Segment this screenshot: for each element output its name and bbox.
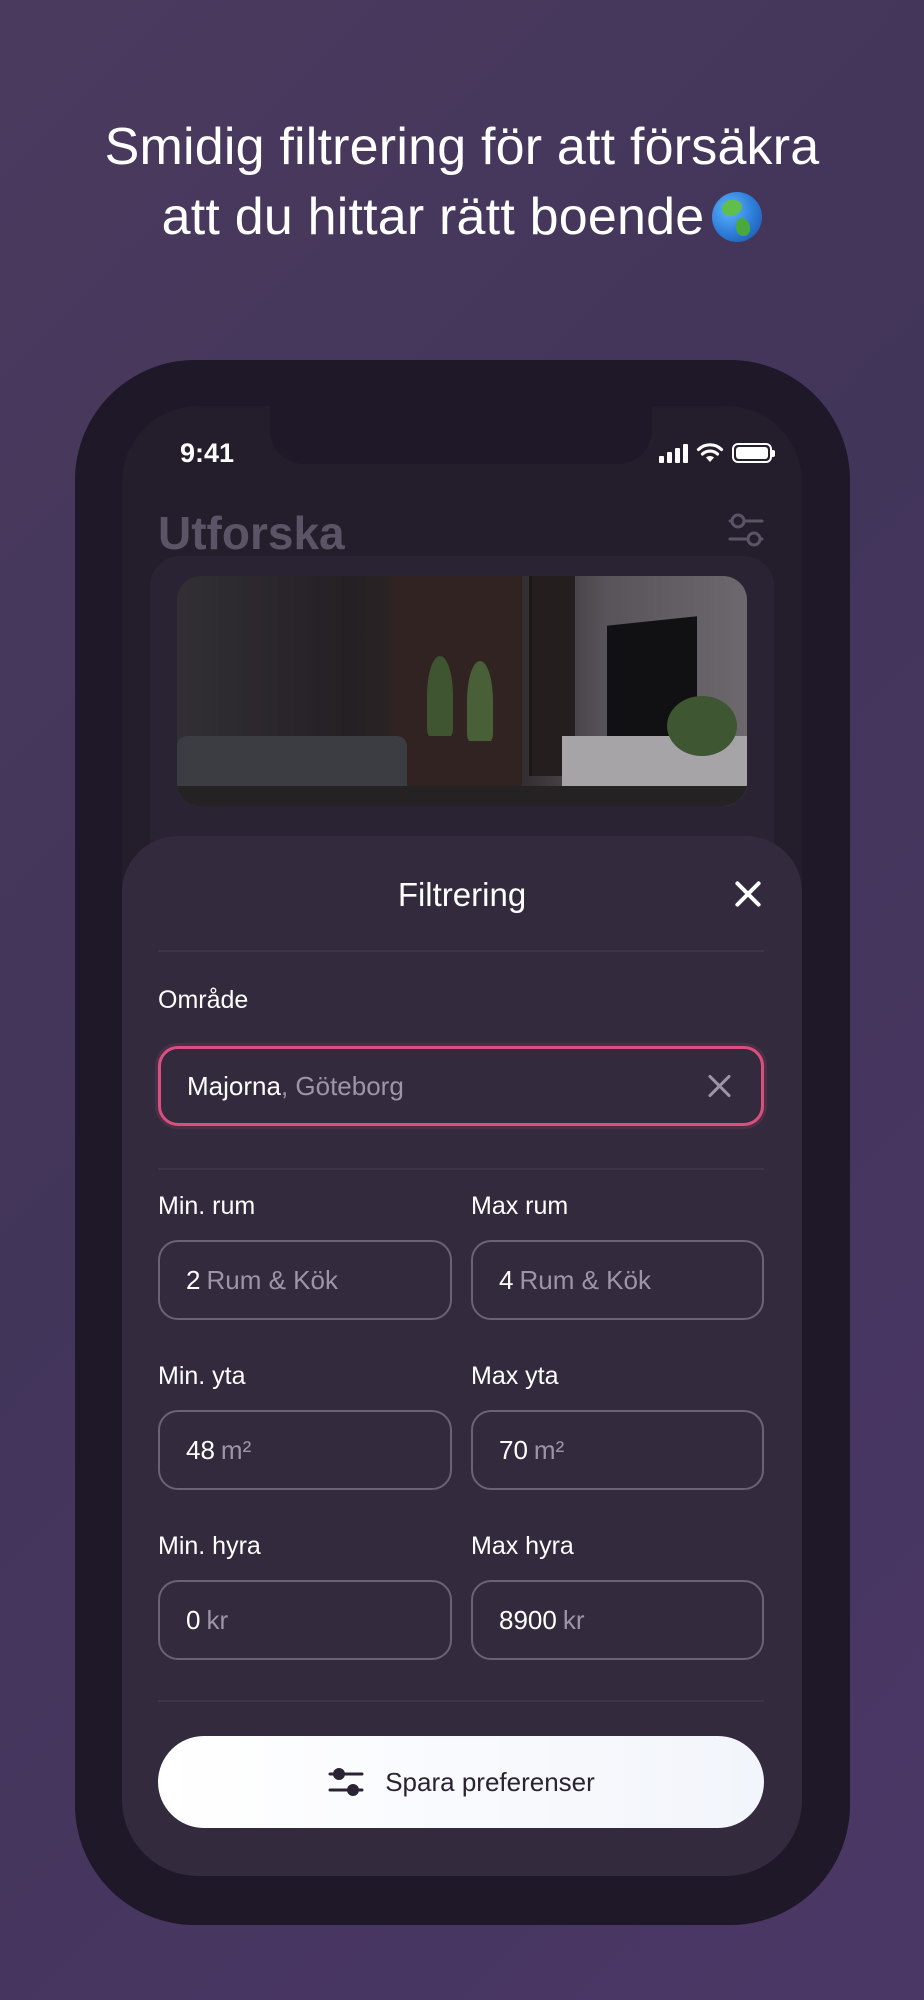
min-rent-unit: kr [206, 1604, 229, 1635]
divider [158, 1168, 764, 1170]
area-value: Majorna [187, 1070, 281, 1101]
min-rooms-unit: Rum & Kök [206, 1264, 338, 1295]
status-icons [659, 442, 775, 464]
max-rooms-input[interactable]: 4 Rum & Kök [471, 1240, 764, 1320]
save-button-label: Spara preferenser [385, 1766, 595, 1797]
listing-photo [177, 576, 747, 806]
max-rooms-unit: Rum & Kök [519, 1264, 651, 1295]
max-rent-label: Max hyra [471, 1532, 574, 1560]
max-area-unit: m² [533, 1434, 565, 1465]
area-input[interactable]: Majorna, Göteborg [158, 1046, 764, 1126]
max-rooms-label: Max rum [471, 1192, 569, 1220]
min-area-input[interactable]: 48 m² [158, 1410, 452, 1490]
headline-line-2-wrap: att du hittar rätt boende [0, 182, 924, 252]
area-label: Område [158, 986, 249, 1014]
status-bar: 9:41 [122, 436, 802, 476]
max-rent-value: 8900 [499, 1604, 557, 1635]
max-rooms-value: 4 [499, 1264, 514, 1295]
min-rent-label: Min. hyra [158, 1532, 261, 1560]
max-area-label: Max yta [471, 1362, 559, 1390]
cellular-signal-icon [659, 443, 688, 463]
close-icon[interactable] [730, 876, 766, 912]
clear-icon[interactable] [705, 1071, 735, 1101]
filter-sheet: Filtrering Område Majorna, Göteborg Min.… [122, 836, 802, 1876]
sheet-title: Filtrering [397, 876, 527, 913]
wifi-icon [696, 443, 724, 462]
area-suffix: , Göteborg [280, 1070, 404, 1101]
headline-line-1: Smidig filtrering för att försäkra [104, 118, 820, 176]
max-rent-unit: kr [562, 1604, 585, 1635]
sliders-icon [328, 1768, 364, 1796]
globe-emoji-icon [712, 192, 763, 242]
headline-line-2: att du hittar rätt boende [161, 188, 705, 246]
max-area-value: 70 [499, 1434, 528, 1465]
phone-screen: 9:41 Utforska Filtrering Område Majorna … [122, 406, 802, 1876]
divider [158, 950, 764, 952]
min-rooms-label: Min. rum [158, 1192, 256, 1220]
min-area-value: 48 [186, 1434, 215, 1465]
battery-icon [732, 443, 775, 463]
min-rooms-value: 2 [186, 1264, 201, 1295]
min-area-label: Min. yta [158, 1362, 246, 1390]
save-preferences-button[interactable]: Spara preferenser [158, 1736, 764, 1828]
divider [158, 1700, 764, 1702]
min-rooms-input[interactable]: 2 Rum & Kök [158, 1240, 452, 1320]
explore-title: Utforska [158, 507, 345, 559]
max-rent-input[interactable]: 8900 kr [471, 1580, 764, 1660]
min-area-unit: m² [220, 1434, 252, 1465]
min-rent-input[interactable]: 0 kr [158, 1580, 452, 1660]
headline: Smidig filtrering för att försäkra att d… [0, 112, 924, 252]
min-rent-value: 0 [186, 1604, 201, 1635]
filter-icon[interactable] [726, 512, 766, 548]
max-area-input[interactable]: 70 m² [471, 1410, 764, 1490]
status-time: 9:41 [180, 438, 235, 468]
phone-frame: 9:41 Utforska Filtrering Område Majorna … [75, 360, 850, 1925]
